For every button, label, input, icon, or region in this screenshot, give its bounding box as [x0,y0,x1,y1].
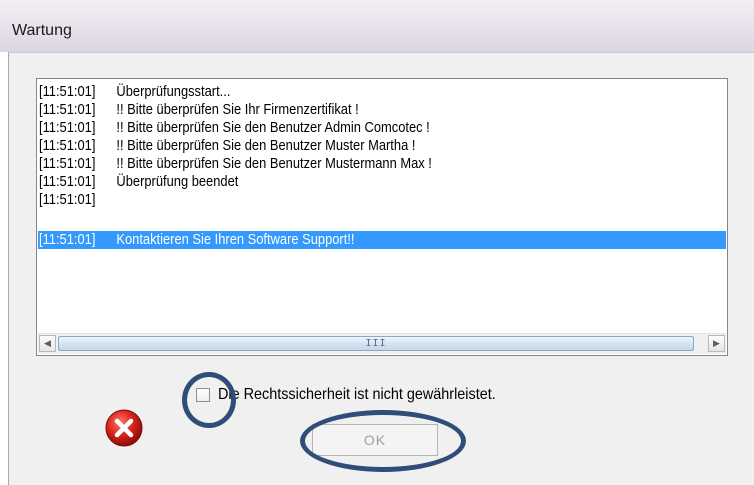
ok-button[interactable]: OK [312,424,438,456]
log-message: Überprüfungsstart... [116,83,231,100]
legal-warning-label: Die Rechtssicherheit ist nicht gewährlei… [218,386,496,403]
log-message: !! Bitte überprüfen Sie den Benutzer Mus… [116,137,416,154]
log-row[interactable]: [11:51:01] Überprüfung beendet [39,173,238,191]
scroll-left-arrow-icon[interactable]: ◀ [39,335,56,352]
log-message: !! Bitte überprüfen Sie den Benutzer Mus… [116,155,432,172]
log-timestamp: [11:51:01] [39,119,96,136]
window-title: Wartung [12,22,72,39]
log-message: Kontaktieren Sie Ihren Software Support!… [116,231,355,248]
scroll-grip: III [365,338,387,349]
log-row[interactable]: [11:51:01] [39,191,116,209]
log-row[interactable]: [11:51:01] Überprüfungsstart... [39,83,230,101]
title-bar: Wartung [0,0,754,52]
log-message: !! Bitte überprüfen Sie den Benutzer Adm… [116,119,430,136]
horizontal-scrollbar[interactable]: ◀ III ▶ [38,333,726,354]
log-timestamp: [11:51:01] [39,173,96,190]
log-row[interactable]: [11:51:01] !! Bitte überprüfen Sie den Be… [39,155,432,173]
log-timestamp: [11:51:01] [39,83,96,100]
log-row[interactable]: [11:51:01] !! Bitte überprüfen Sie den Be… [39,119,430,137]
error-icon [105,409,143,447]
log-timestamp: [11:51:01] [39,155,96,172]
scroll-right-arrow-icon[interactable]: ▶ [708,335,725,352]
ok-button-label: OK [363,432,387,448]
log-timestamp: [11:51:01] [39,101,96,118]
log-message: !! Bitte überprüfen Sie Ihr Firmenzertif… [116,101,359,118]
log-listbox[interactable]: [11:51:01] Überprüfungsstart... [11:51:01… [36,78,728,356]
scroll-thumb[interactable]: III [58,336,694,351]
log-message: Überprüfung beendet [116,173,239,190]
log-row[interactable]: [11:51:01] !! Bitte überprüfen Sie den Be… [39,137,415,155]
log-row[interactable]: [11:51:01] !! Bitte überprüfen Sie Ihr Fi… [39,101,359,119]
log-timestamp: [11:51:01] [39,191,96,208]
log-timestamp: [11:51:01] [39,231,96,248]
legal-warning-checkbox[interactable] [196,388,210,402]
log-timestamp: [11:51:01] [39,137,96,154]
log-row-selected[interactable]: [11:51:01] Kontaktieren Sie Ihren Softwar… [39,231,354,249]
